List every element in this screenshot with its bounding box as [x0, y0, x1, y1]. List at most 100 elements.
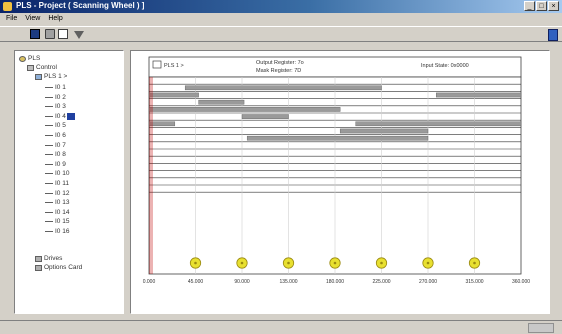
print-icon[interactable]: [45, 29, 55, 39]
selected-input-highlight: [66, 112, 75, 120]
globe-icon: [19, 55, 26, 62]
tree-input-item[interactable]: I0 12: [45, 190, 69, 197]
tree-label-control: Control: [36, 64, 57, 71]
channel-segment: [246, 135, 429, 141]
tree-input-label: I0 16: [55, 228, 70, 235]
close-button[interactable]: ×: [548, 1, 559, 11]
tree-input-item[interactable]: I0 14: [45, 209, 69, 216]
x-tick-label: 90.000: [234, 279, 250, 285]
x-tick-labels: 0.000 45.000 90.000 135.000 180.000 225.000 27…: [143, 279, 531, 285]
input-icon: [45, 211, 53, 213]
tree-input-label: I0 5: [55, 122, 66, 130]
tree-input-item[interactable]: I0 11: [45, 180, 69, 187]
timing-chart-pane: PLS 1 > Output Register: 7o Mask Registe…: [130, 50, 550, 314]
menu-help[interactable]: Help: [48, 14, 62, 24]
input-icon: [45, 106, 53, 108]
tree-input-label: I0 10: [55, 170, 70, 178]
title-bar[interactable]: PLS - Project ( Scanning Wheel ) ] _ □ ×: [0, 0, 562, 13]
plc-icon: [35, 73, 42, 80]
tree-label-drives: Drives: [44, 255, 63, 262]
tree-input-label: I0 2: [55, 93, 66, 101]
tree-input-label: I0 3: [55, 103, 66, 111]
card-icon: [35, 264, 42, 271]
tree-input-item[interactable]: I0 5: [45, 122, 66, 129]
tree-input-item[interactable]: I0 4: [45, 112, 75, 120]
control-icon: [27, 64, 34, 71]
tree-input-item[interactable]: I0 15: [45, 218, 69, 225]
tree-node-control[interactable]: Control: [27, 64, 57, 71]
menu-view[interactable]: View: [25, 14, 40, 24]
tree-input-item[interactable]: I0 7: [45, 142, 66, 149]
menu-bar: File View Help: [0, 14, 562, 24]
channel-segment: [241, 114, 289, 119]
input-icon: [45, 183, 53, 184]
channel-segment: [339, 128, 429, 134]
tree-input-label: I0 4: [55, 112, 66, 120]
tree-label-root: PLS: [28, 55, 41, 62]
tree-input-label: I0 8: [55, 151, 66, 159]
tree-input-label: I0 12: [55, 189, 70, 197]
x-tick-label: 180.000: [326, 279, 344, 285]
tree-input-item[interactable]: I0 8: [45, 151, 66, 158]
panel-toggle-icon[interactable]: [548, 29, 558, 41]
tree-node-drives[interactable]: Drives: [35, 255, 62, 262]
input-icon: [45, 125, 53, 127]
tree-input-label: I0 14: [55, 208, 70, 216]
x-tick-label: 135.000: [279, 279, 297, 285]
angle-marker-center: [380, 261, 383, 265]
minimize-button[interactable]: _: [524, 1, 535, 11]
angle-marker-center: [333, 261, 337, 265]
drive-icon: [35, 255, 42, 262]
channel-segment: [436, 92, 522, 98]
angle-marker-center: [473, 261, 476, 265]
window-controls: _ □ ×: [524, 1, 559, 11]
channel-segment: [198, 99, 245, 105]
channel-segment: [148, 121, 176, 127]
status-indicator: [528, 323, 554, 333]
input-icon: [45, 231, 53, 232]
tree-input-item[interactable]: I0 1: [45, 84, 66, 91]
angle-marker-center: [240, 261, 244, 265]
channel-segment: [148, 92, 199, 98]
app-window: PLS - Project ( Scanning Wheel ) ] _ □ ×…: [0, 0, 562, 333]
angle-marker-center: [194, 261, 197, 265]
tree-node-options[interactable]: Options Card: [35, 264, 82, 271]
tree-input-item[interactable]: I0 10: [45, 170, 69, 177]
print-preview-icon[interactable]: [58, 29, 68, 39]
status-bar: [0, 320, 562, 334]
output-register-label: Output Register: 7o: [256, 60, 304, 66]
input-icon: [45, 163, 53, 165]
app-icon: [3, 2, 12, 11]
channel-segment: [148, 107, 341, 112]
tree-input-item[interactable]: I0 3: [45, 103, 66, 110]
window-title: PLS - Project ( Scanning Wheel ) ]: [16, 1, 145, 10]
tree-label-plc: PLS 1 >: [44, 73, 68, 80]
tree-input-label: I0 15: [55, 218, 70, 226]
maximize-button[interactable]: □: [536, 1, 547, 11]
input-state-label: Input State: 0x0000: [421, 63, 469, 69]
input-icon: [45, 221, 53, 223]
x-tick-label: 360.000: [512, 279, 530, 285]
filter-icon[interactable]: [74, 31, 84, 39]
tree-input-item[interactable]: I0 13: [45, 199, 69, 206]
tree-input-item[interactable]: I0 6: [45, 132, 66, 139]
x-tick-label: 225.000: [372, 279, 390, 285]
input-icon: [45, 202, 53, 204]
input-icon: [45, 154, 53, 156]
tree-input-item[interactable]: I0 2: [45, 94, 66, 101]
tree-input-item[interactable]: I0 9: [45, 161, 66, 168]
input-icon: [45, 96, 53, 98]
timing-chart[interactable]: PLS 1 > Output Register: 7o Mask Registe…: [131, 51, 549, 313]
menu-file[interactable]: File: [6, 14, 17, 24]
tree-node-root[interactable]: PLS: [19, 55, 40, 62]
tree-input-item[interactable]: I0 16: [45, 228, 69, 235]
channel-segment: [184, 85, 382, 91]
input-icon: [45, 144, 53, 146]
input-icon: [45, 135, 53, 136]
tree-node-plc[interactable]: PLS 1 >: [35, 73, 67, 80]
x-tick-label: 45.000: [188, 279, 204, 285]
project-tree[interactable]: PLS Control PLS 1 > I0 1 I0 2 I0 3 I0 4 I0 5…: [14, 50, 124, 314]
save-icon[interactable]: [30, 29, 40, 39]
x-tick-label: 0.000: [143, 279, 156, 285]
tree-input-label: I0 7: [55, 141, 66, 149]
